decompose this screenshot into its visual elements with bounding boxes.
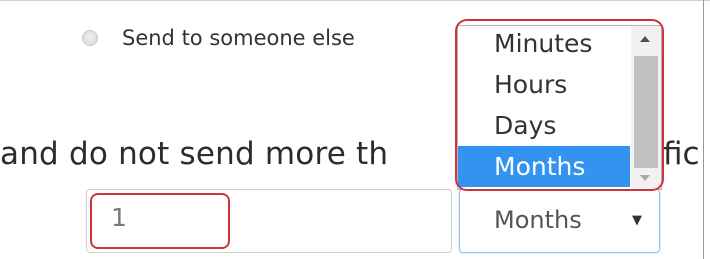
annotation-highlight-dropdown [455,19,664,191]
send-to-someone-else-option[interactable]: Send to someone else [82,26,355,50]
frame-right-border [703,0,704,259]
sentence-text: and do not send more th [0,136,389,172]
unit-select-value: Months [494,206,582,234]
sentence-tail-text: fic [663,136,700,172]
annotation-highlight-input [90,193,230,249]
unit-select[interactable]: Months ▼ [459,189,660,253]
radio-circle-icon[interactable] [82,30,98,46]
radio-label: Send to someone else [122,26,355,50]
caret-down-icon: ▼ [632,213,642,228]
frame-top-border [0,0,710,1]
